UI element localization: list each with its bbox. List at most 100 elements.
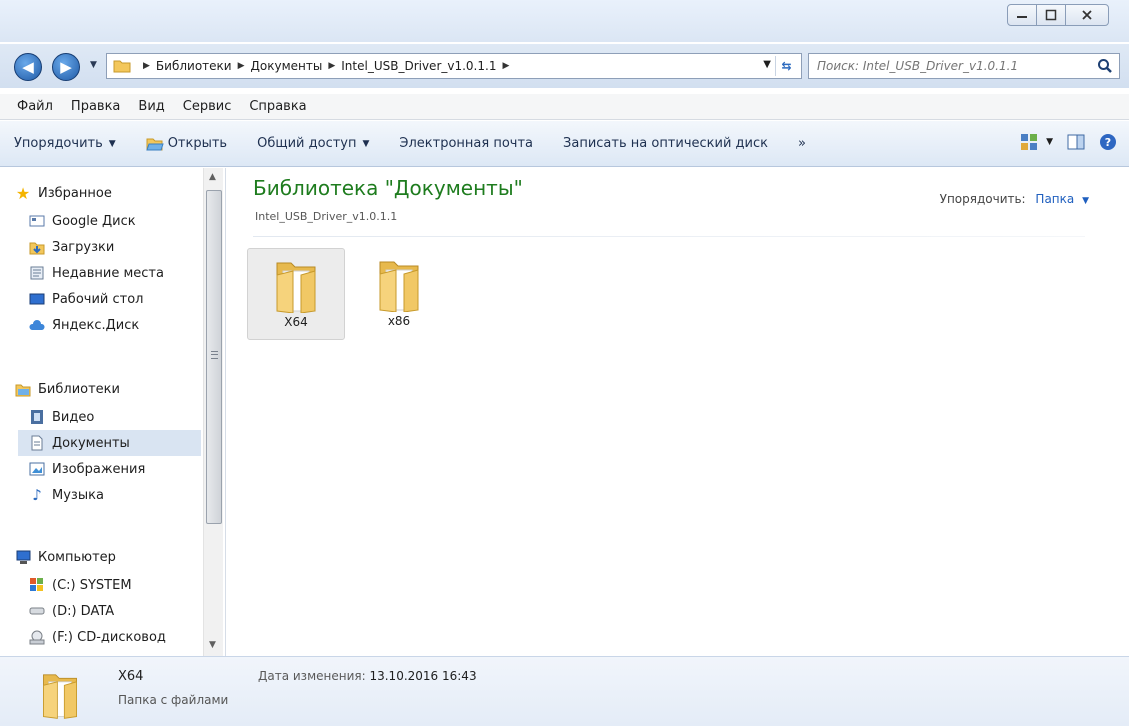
email-label: Электронная почта	[399, 136, 534, 151]
nav-label: Яндекс.Диск	[52, 317, 140, 333]
nav-item-pictures[interactable]: Изображения	[28, 456, 229, 482]
more-commands-button[interactable]: »	[798, 136, 806, 151]
library-icon	[14, 381, 32, 397]
breadcrumb-separator[interactable]: ▶	[328, 61, 335, 71]
nav-item-documents[interactable]: Документы	[18, 430, 201, 456]
close-button[interactable]	[1065, 4, 1109, 26]
view-controls: ▼ ?	[1006, 133, 1117, 151]
divider	[253, 236, 1085, 237]
nav-label: Рабочий стол	[52, 291, 144, 307]
breadcrumb: ▶ Библиотеки ▶ Документы ▶ Intel_USB_Dri…	[137, 59, 515, 73]
chevron-down-icon: ▼	[108, 138, 116, 149]
nav-computer-header[interactable]: Компьютер	[14, 544, 215, 570]
scroll-down-icon[interactable]: ▼	[209, 640, 216, 650]
search-icon[interactable]	[1097, 58, 1113, 74]
nav-item-music[interactable]: ♪ Музыка	[28, 482, 229, 508]
forward-button[interactable]: ▶	[52, 53, 80, 81]
folder-icon	[379, 261, 419, 312]
scrollbar-thumb[interactable]	[206, 190, 222, 524]
modified-date-value: 13.10.2016 16:43	[369, 669, 477, 683]
search-input[interactable]	[817, 54, 1097, 78]
preview-pane-button[interactable]	[1067, 133, 1085, 151]
google-drive-icon	[28, 213, 46, 229]
forward-arrow-icon: ▶	[60, 58, 72, 76]
change-view-button[interactable]: ▼	[1020, 133, 1053, 151]
menu-file[interactable]: Файл	[8, 99, 62, 114]
folder-icon	[276, 262, 316, 313]
folder-tile-x64[interactable]: X64	[247, 248, 345, 340]
back-button[interactable]: ◀	[14, 53, 42, 81]
menu-view[interactable]: Вид	[129, 99, 173, 114]
scroll-up-icon[interactable]: ▲	[209, 172, 216, 182]
more-label: »	[797, 136, 806, 151]
address-bar[interactable]: ▶ Библиотеки ▶ Документы ▶ Intel_USB_Dri…	[106, 53, 802, 79]
grip-icon	[211, 351, 218, 359]
minimize-icon	[1017, 16, 1027, 18]
menu-edit[interactable]: Правка	[62, 99, 129, 114]
nav-item-downloads[interactable]: Загрузки	[28, 234, 229, 260]
search-box	[808, 53, 1120, 79]
nav-favorites-header[interactable]: ★ Избранное	[14, 180, 215, 206]
nav-item-recent-places[interactable]: Недавние места	[28, 260, 229, 286]
nav-item-drive-d[interactable]: (D:) DATA	[28, 598, 229, 624]
breadcrumb-separator[interactable]: ▶	[238, 61, 245, 71]
nav-label: Недавние места	[52, 265, 164, 281]
nav-label: Документы	[52, 435, 130, 451]
organize-label: Упорядочить	[14, 136, 103, 151]
open-folder-icon	[145, 138, 164, 151]
selected-item-type: Папка с файлами	[118, 693, 229, 707]
nav-item-desktop[interactable]: Рабочий стол	[28, 286, 229, 312]
nav-item-drive-f[interactable]: (F:) CD-дисковод	[28, 624, 229, 650]
view-grid-icon	[1021, 134, 1038, 150]
nav-label: Google Диск	[52, 213, 136, 229]
arrange-by-dropdown[interactable]: Папка	[1035, 192, 1074, 206]
burn-label: Записать на оптический диск	[563, 136, 768, 151]
recent-pages-dropdown[interactable]: ▼	[90, 60, 97, 70]
share-button[interactable]: Общий доступ ▼	[257, 136, 369, 151]
open-button[interactable]: Открыть	[145, 136, 228, 151]
video-icon	[28, 409, 46, 425]
content-pane: Библиотека "Документы" Intel_USB_Driver_…	[227, 168, 1129, 656]
chevron-down-icon: ▼	[1046, 137, 1053, 147]
nav-scrollbar[interactable]: ▲ ▼	[203, 168, 223, 656]
menu-help[interactable]: Справка	[240, 99, 315, 114]
breadcrumb-folder[interactable]: Intel_USB_Driver_v1.0.1.1	[341, 59, 496, 73]
burn-button[interactable]: Записать на оптический диск	[563, 136, 768, 151]
maximize-button[interactable]	[1036, 4, 1066, 26]
menu-tools[interactable]: Сервис	[174, 99, 241, 114]
nav-libraries-header[interactable]: Библиотеки	[14, 376, 215, 402]
breadcrumb-separator[interactable]: ▶	[143, 61, 150, 71]
folder-icon	[113, 60, 131, 73]
nav-label: Видео	[52, 409, 95, 425]
nav-label: Избранное	[38, 185, 112, 201]
nav-item-yandex-disk[interactable]: Яндекс.Диск	[28, 312, 229, 338]
maximize-icon	[1045, 9, 1057, 21]
chevron-down-icon[interactable]: ▼	[1082, 196, 1089, 206]
menu-bar: Файл Правка Вид Сервис Справка	[0, 94, 1129, 120]
star-icon: ★	[15, 183, 31, 203]
address-history-dropdown[interactable]: ▼	[763, 59, 771, 70]
close-icon	[1082, 10, 1092, 20]
organize-button[interactable]: Упорядочить ▼	[14, 136, 116, 151]
svg-text:?: ?	[1105, 136, 1111, 149]
nav-item-google-drive[interactable]: Google Диск	[28, 208, 229, 234]
nav-item-drive-c[interactable]: (C:) SYSTEM	[28, 572, 229, 598]
minimize-button[interactable]	[1007, 4, 1037, 26]
breadcrumb-libraries[interactable]: Библиотеки	[156, 59, 232, 73]
breadcrumb-documents[interactable]: Документы	[251, 59, 323, 73]
nav-label: (D:) DATA	[52, 603, 115, 619]
title-bar	[0, 0, 1129, 42]
arrange-by: Упорядочить: Папка ▼	[940, 192, 1089, 206]
open-label: Открыть	[167, 136, 228, 151]
details-pane: X64 Папка с файлами Дата изменения: 13.1…	[0, 656, 1129, 726]
cloud-icon	[28, 317, 46, 333]
pictures-icon	[28, 461, 46, 477]
help-button[interactable]: ?	[1099, 133, 1117, 151]
chevron-down-icon: ▼	[362, 138, 370, 149]
refresh-button[interactable]: ⇆	[775, 56, 797, 76]
folder-tile-x86[interactable]: x86	[350, 248, 448, 340]
nav-label: Библиотеки	[38, 381, 120, 397]
nav-item-video[interactable]: Видео	[28, 404, 229, 430]
breadcrumb-separator[interactable]: ▶	[502, 61, 509, 71]
email-button[interactable]: Электронная почта	[399, 136, 533, 151]
